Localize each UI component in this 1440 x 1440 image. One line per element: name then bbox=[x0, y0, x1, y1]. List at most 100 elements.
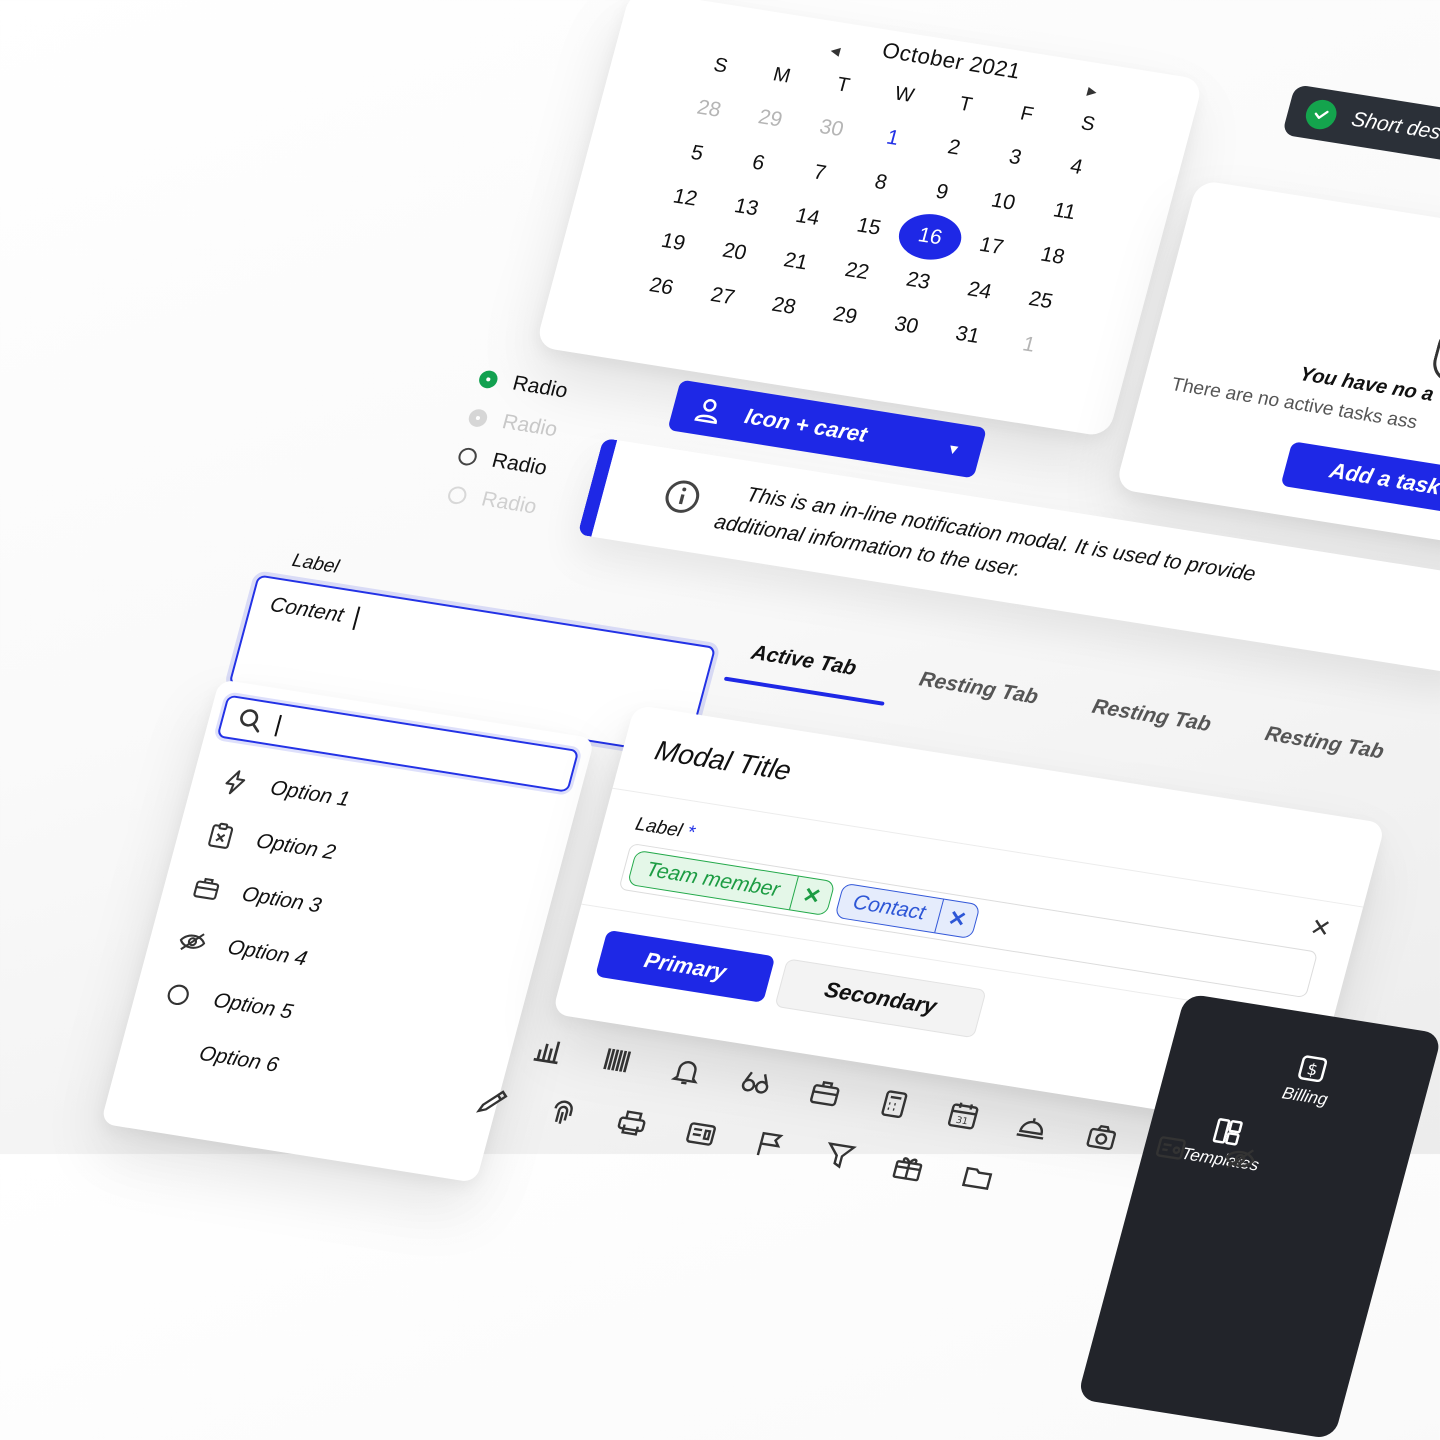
caret-down-icon: ▼ bbox=[944, 440, 963, 458]
calendar-day-number: 7 bbox=[810, 160, 829, 185]
weekday-label: T bbox=[834, 73, 853, 97]
tab-active[interactable]: Active Tab bbox=[749, 641, 859, 681]
tab-resting-3[interactable]: Resting Tab bbox=[1262, 722, 1387, 764]
radio-unselected-icon bbox=[456, 446, 479, 467]
next-month-arrow[interactable]: ▶ bbox=[1086, 84, 1099, 99]
secondary-button[interactable]: Secondary bbox=[774, 958, 987, 1039]
close-icon[interactable]: ✕ bbox=[1307, 913, 1334, 944]
search-cursor bbox=[274, 714, 282, 737]
billing-icon: $ bbox=[1297, 1055, 1327, 1082]
calendar-day-number: 10 bbox=[988, 188, 1018, 215]
weekday-label: S bbox=[1078, 111, 1098, 136]
eye-off-icon bbox=[179, 932, 206, 950]
add-task-label: Add a task bbox=[1327, 457, 1440, 500]
primary-button[interactable]: Primary bbox=[595, 929, 776, 1003]
tab-resting-1[interactable]: Resting Tab bbox=[917, 668, 1041, 710]
calendar-day-number: 28 bbox=[769, 292, 799, 319]
calculator-icon bbox=[881, 1090, 908, 1119]
lightning-icon bbox=[225, 769, 246, 794]
camera-icon bbox=[1086, 1124, 1116, 1151]
user-icon bbox=[694, 399, 717, 425]
calendar-day-number: 20 bbox=[720, 238, 750, 265]
fingerprint-icon bbox=[554, 1100, 573, 1124]
menu-list: Option 1 Option 2 Option 3 Option 4 Opti… bbox=[143, 753, 356, 1092]
chip-contact[interactable]: Contact ✕ bbox=[833, 882, 981, 940]
bar-chart-icon bbox=[533, 1041, 561, 1065]
service-bell-icon bbox=[1016, 1118, 1044, 1140]
radio-label: Radio bbox=[499, 410, 560, 442]
id-card-icon bbox=[1156, 1136, 1186, 1160]
calendar-day-number: 1 bbox=[884, 125, 902, 150]
weekday-label: W bbox=[892, 82, 917, 107]
info-icon bbox=[665, 480, 700, 513]
calendar-day-number: 4 bbox=[1067, 154, 1086, 179]
weekday-label: S bbox=[711, 53, 731, 77]
blank-icon bbox=[147, 1032, 182, 1063]
bell-icon bbox=[670, 1061, 698, 1085]
calendar-day-number: 31 bbox=[953, 322, 983, 348]
calendar-day-number: 29 bbox=[830, 302, 860, 329]
radio-label: Radio bbox=[489, 448, 550, 480]
calendar-day-number: 21 bbox=[781, 248, 811, 275]
tab-resting-2[interactable]: Resting Tab bbox=[1089, 695, 1214, 737]
calendar-day-number: 13 bbox=[731, 194, 762, 221]
prev-month-arrow[interactable]: ◀ bbox=[829, 43, 842, 58]
calendar-day-number: 30 bbox=[817, 115, 847, 142]
modal-field-label: Label * bbox=[633, 814, 697, 845]
sidebar-item-label: Billing bbox=[1280, 1083, 1330, 1109]
calendar-day-number: 23 bbox=[903, 267, 933, 294]
calendar-day-number: 9 bbox=[933, 179, 951, 204]
text-cursor bbox=[352, 606, 360, 630]
textarea-label: Label bbox=[289, 550, 342, 578]
circle-icon bbox=[167, 984, 189, 1005]
calendar-day-number: 6 bbox=[749, 150, 768, 175]
briefcase-icon bbox=[809, 1080, 840, 1107]
radio-label: Radio bbox=[479, 487, 540, 519]
chip-remove-icon[interactable]: ✕ bbox=[788, 876, 835, 916]
chip-team-member[interactable]: Team member ✕ bbox=[626, 849, 836, 917]
binoculars-icon bbox=[741, 1071, 769, 1094]
calendar-day-number: 22 bbox=[842, 258, 872, 285]
required-asterisk: * bbox=[684, 822, 697, 844]
radio-group: Radio Radio Radio Radio bbox=[443, 359, 572, 527]
weekday-label: T bbox=[956, 92, 975, 116]
calendar-day-number: 18 bbox=[1038, 242, 1068, 269]
filter-icon bbox=[827, 1142, 857, 1169]
calendar-icon: 31 bbox=[947, 1102, 979, 1130]
field-label-text: Label bbox=[633, 813, 685, 842]
calendar-day-number: 14 bbox=[793, 204, 823, 230]
textarea-value: Content bbox=[267, 593, 347, 627]
radio-label: Radio bbox=[510, 371, 571, 403]
calendar-card: ◀ October 2021 ▶ SMTWTFS 28 29 30 1 2 3 4 5 6 7 8 9… bbox=[535, 0, 1204, 438]
toast-text: Short des bbox=[1348, 107, 1440, 145]
printer-icon bbox=[617, 1110, 646, 1136]
calendar-day-number: 29 bbox=[755, 105, 785, 132]
calendar-day-number: 2 bbox=[945, 135, 963, 160]
primary-button-label: Primary bbox=[641, 947, 730, 985]
weekday-label: F bbox=[1018, 102, 1036, 126]
design-system-canvas: ◀ October 2021 ▶ SMTWTFS 28 29 30 1 2 3 4 5 6 7 8 9… bbox=[0, 0, 1440, 1440]
chip-remove-icon[interactable]: ✕ bbox=[934, 899, 980, 939]
sidebar-item-billing[interactable]: $ Billing bbox=[1280, 1051, 1339, 1110]
flag-icon bbox=[756, 1131, 784, 1156]
calendar-day-number: 8 bbox=[872, 170, 890, 195]
newspaper-icon bbox=[686, 1122, 716, 1146]
calendar-day-number: 3 bbox=[1006, 145, 1025, 170]
calendar-day-number: 28 bbox=[694, 95, 724, 122]
chip-label: Team member bbox=[643, 857, 783, 902]
calendar-day-number: 30 bbox=[891, 312, 921, 339]
add-task-button[interactable]: Add a task bbox=[1280, 441, 1440, 517]
icon-caret-label: Icon + caret bbox=[742, 403, 870, 447]
menu-item-label: Option 5 bbox=[211, 988, 296, 1024]
folder-icon bbox=[961, 1166, 993, 1191]
tasks-empty-icon bbox=[1428, 323, 1440, 386]
secondary-button-label: Secondary bbox=[821, 976, 940, 1019]
menu-item-label: Option 3 bbox=[239, 882, 324, 917]
menu-item-label: Option 1 bbox=[268, 775, 353, 811]
calendar-day-number: 17 bbox=[976, 233, 1006, 260]
svg-text:31: 31 bbox=[955, 1115, 970, 1127]
calendar-day-number: 26 bbox=[646, 273, 676, 300]
calendar-day-number: 15 bbox=[854, 213, 884, 240]
menu-item-label: Option 6 bbox=[196, 1041, 282, 1077]
check-circle-icon bbox=[1302, 97, 1340, 132]
